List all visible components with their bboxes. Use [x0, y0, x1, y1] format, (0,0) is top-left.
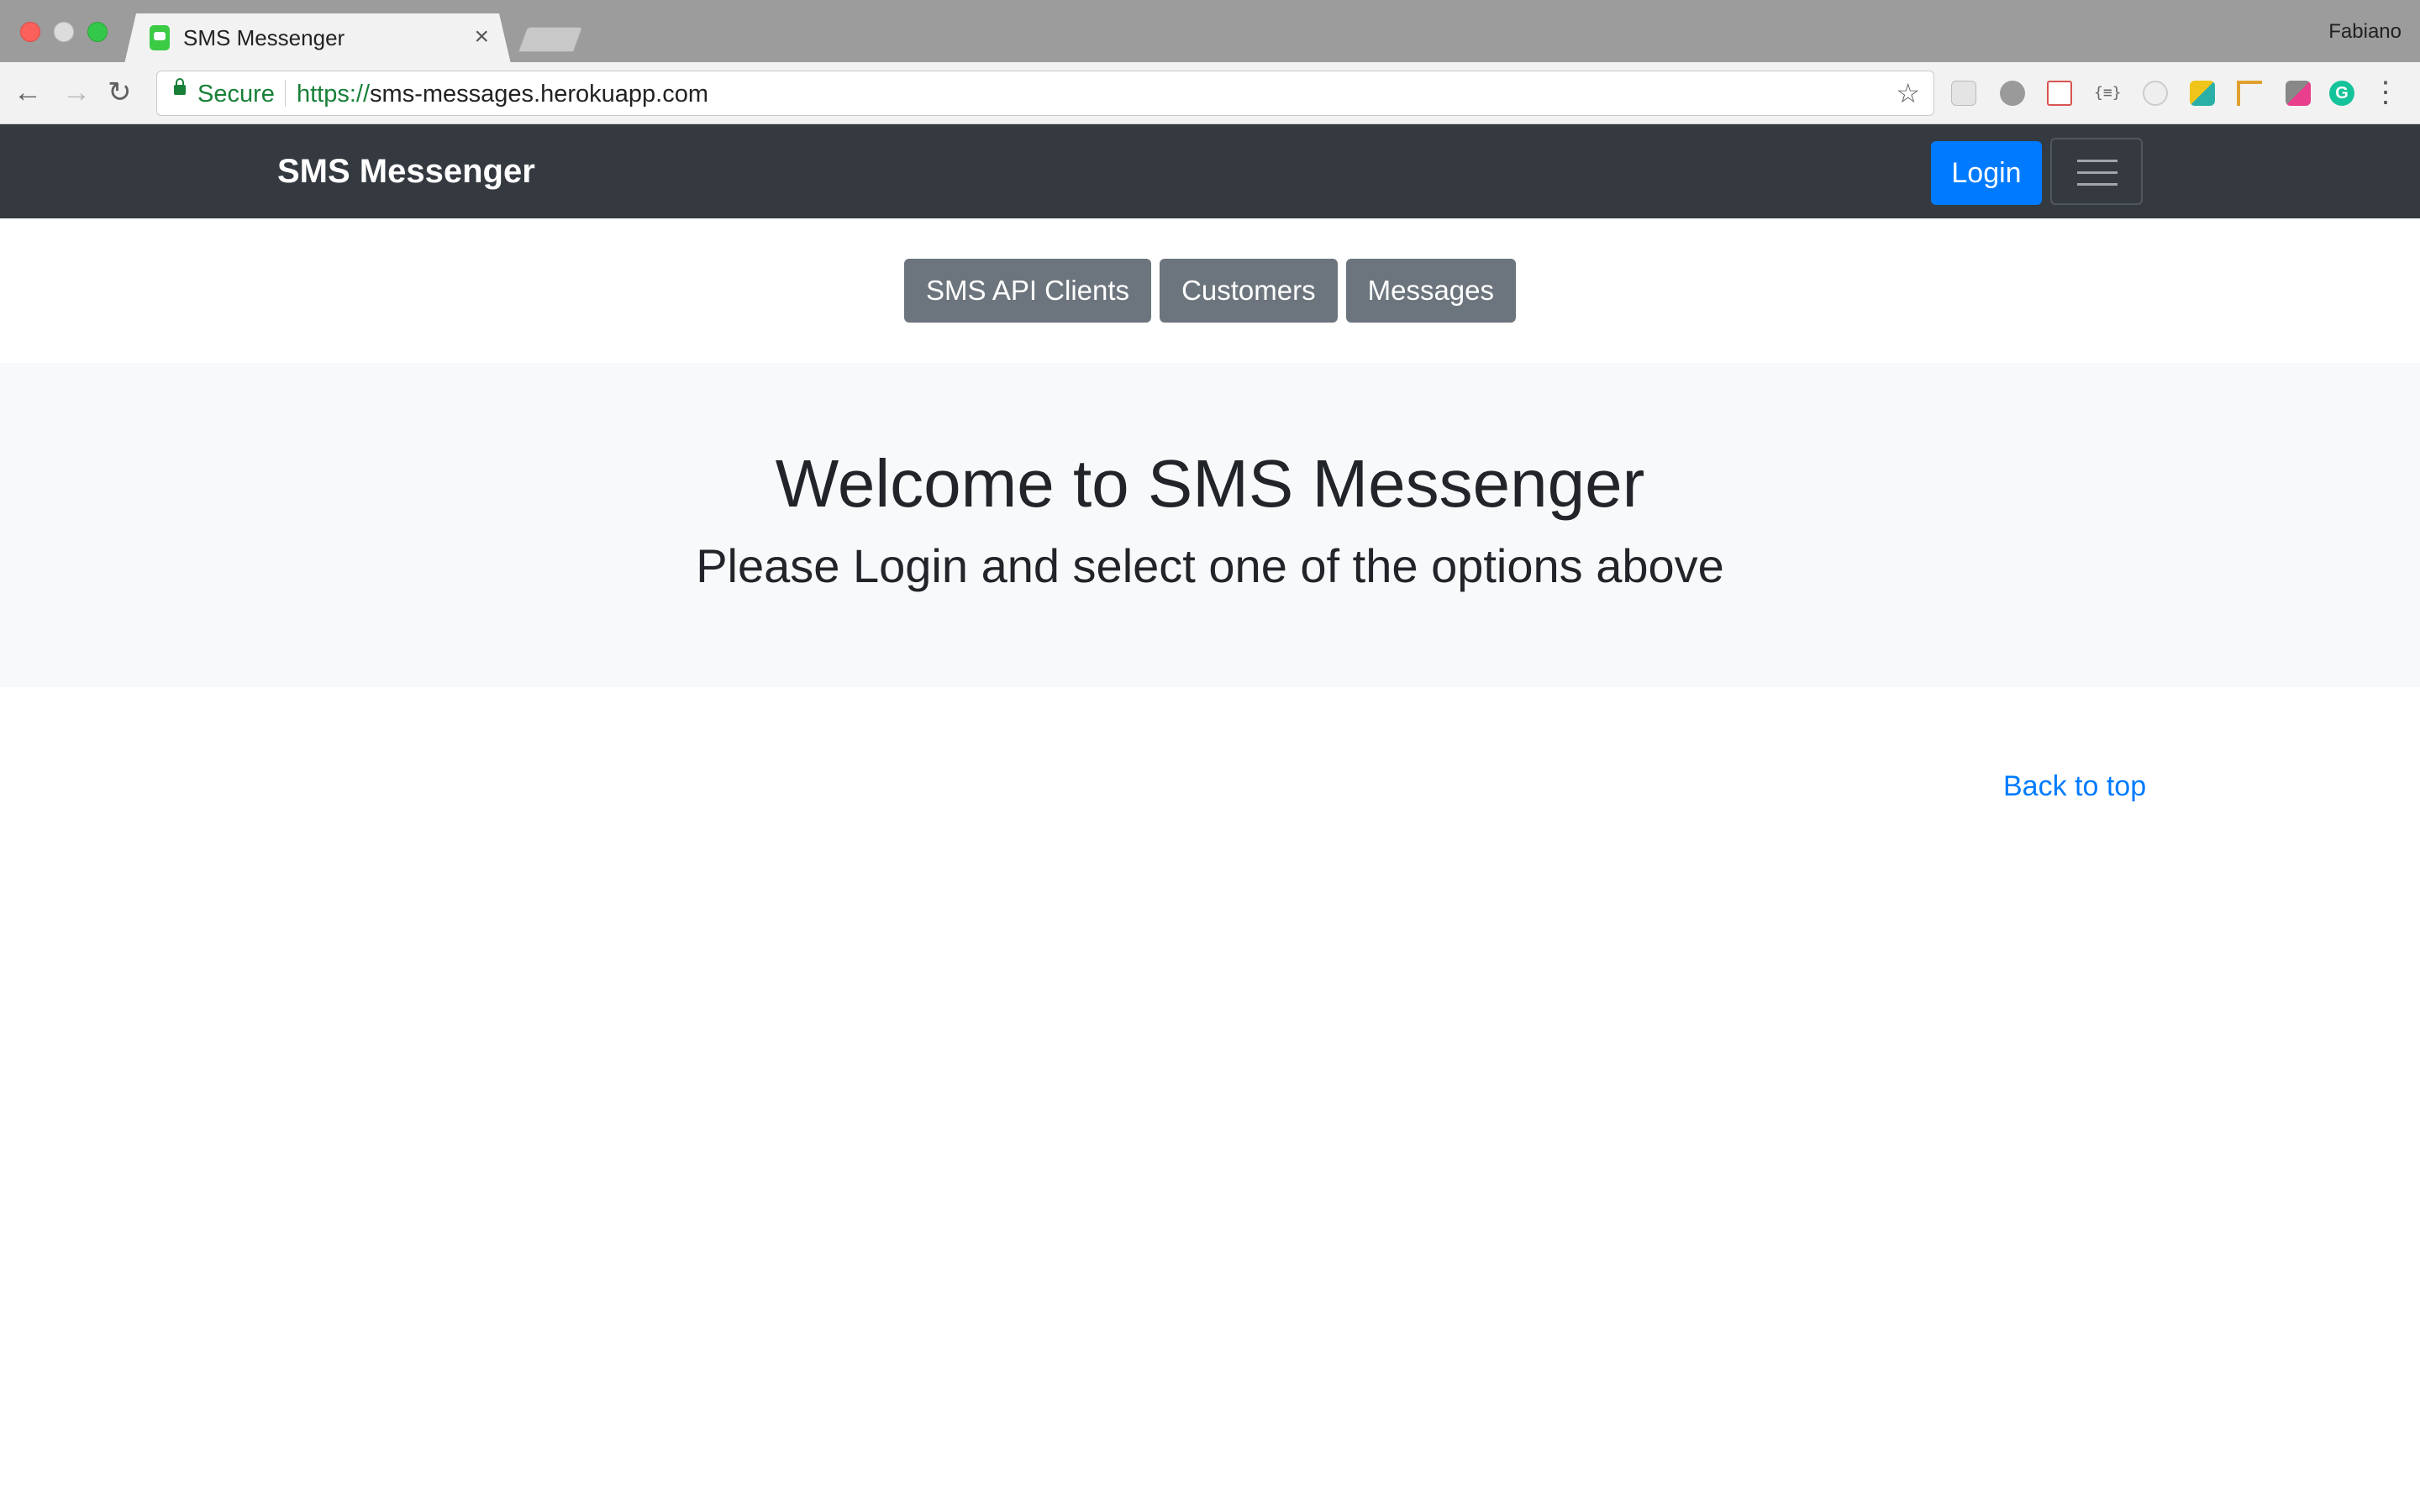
- page-subtitle: Please Login and select one of the optio…: [696, 539, 1724, 592]
- forward-arrow-icon[interactable]: →: [62, 77, 91, 108]
- reload-icon[interactable]: ↻: [108, 77, 132, 108]
- calendar-extension-icon[interactable]: [2047, 81, 2072, 106]
- minimize-window-button[interactable]: [54, 22, 74, 42]
- site-navbar: SMS Messenger Login: [0, 124, 2420, 218]
- customers-button[interactable]: Customers: [1160, 259, 1338, 323]
- back-arrow-icon[interactable]: ←: [13, 77, 42, 108]
- bookmark-star-icon[interactable]: ☆: [1896, 78, 1920, 108]
- sms-api-clients-button[interactable]: SMS API Clients: [903, 259, 1152, 323]
- lock-icon: [174, 78, 186, 95]
- folders-extension-icon[interactable]: [2190, 81, 2215, 106]
- url-scheme: https://: [297, 81, 371, 108]
- url-host: sms-messages.herokuapp.com: [370, 81, 708, 108]
- tab-title: SMS Messenger: [183, 25, 345, 50]
- section-button-group: SMS API Clients Customers Messages: [0, 259, 2420, 323]
- browser-tab[interactable]: SMS Messenger ×: [124, 13, 511, 64]
- new-tab-button[interactable]: [518, 27, 583, 52]
- settings-extension-icon[interactable]: [2000, 81, 2025, 106]
- profile-name[interactable]: Fabiano: [2328, 20, 2402, 44]
- tab-close-icon[interactable]: ×: [474, 24, 489, 50]
- messages-button[interactable]: Messages: [1345, 259, 1517, 323]
- browser-toolbar: ← → ↻ Secure https://sms-messages.heroku…: [0, 62, 2420, 124]
- eyedropper-extension-icon[interactable]: [2286, 81, 2311, 106]
- grammarly-icon[interactable]: G: [2329, 81, 2354, 106]
- omnibox-divider: [285, 80, 286, 107]
- login-button[interactable]: Login: [1931, 141, 2042, 205]
- extension-icon[interactable]: [1951, 81, 1976, 106]
- welcome-jumbotron: Welcome to SMS Messenger Please Login an…: [0, 363, 2420, 687]
- sms-favicon-icon: [150, 25, 170, 50]
- address-bar[interactable]: Secure https://sms-messages.herokuapp.co…: [156, 71, 1934, 116]
- brand-link[interactable]: SMS Messenger: [277, 150, 535, 193]
- ruler-extension-icon[interactable]: [2237, 81, 2262, 106]
- browser-menu-icon[interactable]: ⋮: [2371, 77, 2400, 108]
- target-extension-icon[interactable]: [2143, 81, 2168, 106]
- maximize-window-button[interactable]: [87, 22, 108, 42]
- browser-titlebar: SMS Messenger × Fabiano: [0, 0, 2420, 62]
- url-text[interactable]: https://sms-messages.herokuapp.com: [297, 81, 708, 108]
- back-to-top-link[interactable]: Back to top: [2003, 769, 2146, 803]
- close-window-button[interactable]: [20, 22, 40, 42]
- page-title: Welcome to SMS Messenger: [775, 446, 1645, 521]
- secure-label: Secure: [197, 81, 275, 108]
- json-extension-icon[interactable]: {≡}: [2094, 81, 2122, 106]
- navbar-toggler-icon[interactable]: [2050, 138, 2143, 205]
